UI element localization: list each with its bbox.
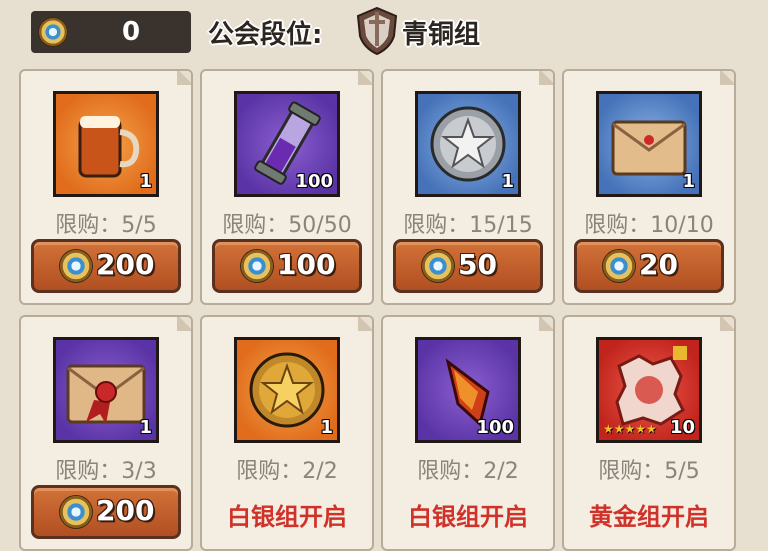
item-quantity: 1 [139,417,152,438]
item-frame: 1 [53,337,159,443]
item-frame: 1 [596,91,702,197]
guild-coin-icon [422,250,454,282]
item-quantity: 100 [476,417,514,438]
item-frame: ★★★★★ 10 [596,337,702,443]
unlock-requirement: 白银组开启 [227,503,347,531]
purchase-limit: 限购：3/3 [55,459,157,484]
purchase-limit: 限购：15/15 [403,213,533,238]
item-frame: 100 [234,91,340,197]
price-value: 50 [458,248,497,281]
item-quantity: 1 [501,171,514,192]
unlock-requirement: 黄金组开启 [589,503,709,531]
buy-button[interactable]: 50 [393,239,543,293]
item-quantity: 1 [682,171,695,192]
item-frame: 1 [415,91,521,197]
star-rating: ★★★★★ [603,422,657,436]
shop-item-card[interactable]: 1 限购：3/3 200 [19,315,193,551]
shop-item-card[interactable]: 1 限购：5/5 200 [19,69,193,305]
purchase-limit: 限购：50/50 [222,213,352,238]
item-quantity: 1 [320,417,333,438]
rank-label: 公会段位: [208,20,323,50]
buy-button[interactable]: 200 [31,239,181,293]
purchase-limit: 限购：2/2 [417,459,519,484]
unlock-requirement: 白银组开启 [408,503,528,531]
guild-coin-icon [39,18,67,46]
purchase-limit: 限购：5/5 [55,213,157,238]
item-quantity: 100 [295,171,333,192]
guild-coin-icon [60,496,92,528]
shop-item-card[interactable]: ★★★★★ 10 限购：5/5 黄金组开启 [562,315,736,551]
guild-coin-icon [241,250,273,282]
purchase-limit: 限购：5/5 [598,459,700,484]
shop-item-card[interactable]: 100 限购：50/50 100 [200,69,374,305]
shop-item-card[interactable]: 1 限购：2/2 白银组开启 [200,315,374,551]
price-value: 20 [639,248,678,281]
buy-button[interactable]: 100 [212,239,362,293]
shop-item-card[interactable]: 1 限购：15/15 50 [381,69,555,305]
rank-value: 青铜组 [402,20,481,50]
currency-display: 0 [31,11,191,53]
currency-value: 0 [121,17,141,47]
price-value: 100 [277,248,336,281]
item-quantity: 1 [139,171,152,192]
price-value: 200 [96,248,155,281]
shop-item-card[interactable]: 100 限购：2/2 白银组开启 [381,315,555,551]
purchase-limit: 限购：10/10 [584,213,714,238]
item-frame: 1 [53,91,159,197]
buy-button[interactable]: 200 [31,485,181,539]
item-frame: 1 [234,337,340,443]
item-quantity: 10 [669,417,695,438]
price-value: 200 [96,494,155,527]
purchase-limit: 限购：2/2 [236,459,338,484]
guild-coin-icon [60,250,92,282]
buy-button[interactable]: 20 [574,239,724,293]
guild-coin-icon [603,250,635,282]
item-frame: 100 [415,337,521,443]
shop-item-card[interactable]: 1 限购：10/10 20 [562,69,736,305]
shield-sword-emblem-icon [356,6,398,56]
